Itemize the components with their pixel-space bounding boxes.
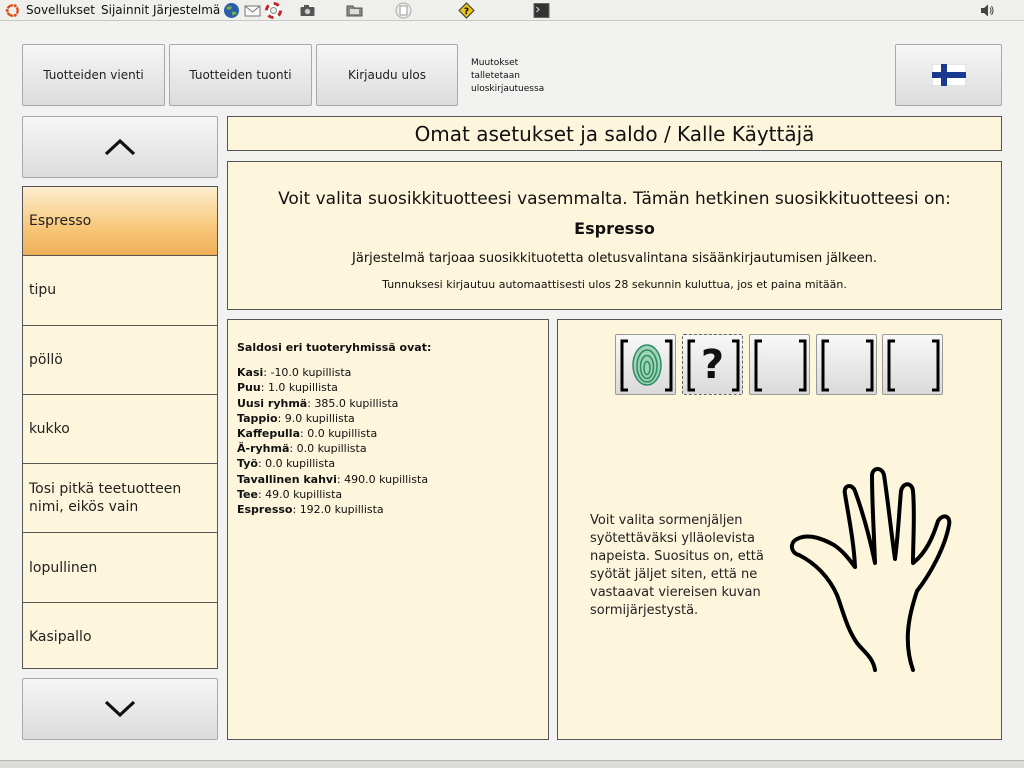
import-products-button[interactable]: Tuotteiden tuonti (169, 44, 312, 106)
balance-group: Kasi (237, 366, 264, 380)
balance-group: Tavallinen kahvi (237, 472, 337, 486)
balance-group: Tappio (237, 411, 278, 425)
fingerprint-icon (632, 344, 662, 386)
product-item-kasipallo[interactable]: Kasipallo (23, 603, 217, 668)
finland-flag-icon (931, 64, 966, 86)
ubuntu-logo-icon[interactable] (4, 2, 21, 19)
fingerprint-slot-5[interactable] (882, 334, 943, 395)
note-line: uloskirjautuessa (471, 84, 545, 94)
balance-group: Kaffepulla (237, 427, 300, 441)
fingerprint-instructions: Voit valita sormenjäljen syötettäväksi y… (590, 513, 764, 618)
export-products-button[interactable]: Tuotteiden vienti (22, 44, 165, 106)
balance-row: Espresso: 192.0 kupillista (237, 503, 384, 517)
menu-places[interactable]: Sijainnit (101, 3, 149, 18)
bottom-taskbar (0, 760, 1024, 768)
page-title: Omat asetukset ja saldo / Kalle Käyttäjä (227, 116, 1002, 151)
product-item-long-tea[interactable]: Tosi pitkä teetuotteen nimi, eikös vain (23, 464, 217, 534)
hand-outline-icon (790, 467, 952, 672)
bracket-frame-icon (821, 339, 874, 392)
terminal-icon[interactable] (533, 2, 550, 19)
balance-group: Espresso (237, 503, 293, 517)
balance-row: Kaffepulla: 0.0 kupillista (237, 427, 378, 441)
balance-heading: Saldosi eri tuoteryhmissä ovat: (237, 341, 432, 354)
balance-value: 0.0 kupillista (296, 442, 367, 456)
favorite-info-panel: Voit valita suosikkituotteesi vasemmalta… (227, 161, 1002, 310)
fingerprint-slot-2[interactable]: ? (682, 334, 743, 395)
bracket-frame-icon (687, 339, 740, 392)
balance-value: -10.0 kupillista (270, 366, 352, 380)
camera-icon[interactable] (299, 2, 316, 19)
menu-applications[interactable]: Sovellukset (26, 3, 95, 18)
note-line: talletetaan (471, 71, 520, 81)
autosave-note: Muutokset talletetaan uloskirjautuessa (471, 57, 571, 96)
balance-value: 49.0 kupillista (265, 487, 343, 501)
svg-text:?: ? (464, 7, 469, 17)
balance-value: 192.0 kupillista (299, 503, 384, 517)
product-list: Espresso tipu pöllö kukko Tosi pitkä tee… (22, 186, 218, 669)
current-favorite: Espresso (574, 219, 655, 238)
balance-row: Tavallinen kahvi: 490.0 kupillista (237, 472, 429, 486)
fingerprint-slot-3[interactable] (749, 334, 810, 395)
balance-value: 385.0 kupillista (314, 396, 399, 410)
auto-logout-note: Tunnuksesi kirjautuu automaattisesti ulo… (382, 278, 847, 291)
document-icon[interactable] (395, 2, 412, 19)
scroll-up-button[interactable] (22, 116, 218, 178)
product-item-kukko[interactable]: kukko (23, 395, 217, 465)
logout-button[interactable]: Kirjaudu ulos (316, 44, 458, 106)
balance-row: Kasi: -10.0 kupillista (237, 366, 352, 380)
system-top-panel: Sovellukset Sijainnit Järjestelmä ? (0, 0, 1024, 21)
balance-value: 0.0 kupillista (265, 457, 336, 471)
file-manager-icon[interactable] (346, 2, 363, 19)
favorite-default-note: Järjestelmä tarjoaa suosikkituotetta ole… (352, 251, 877, 266)
balance-row: Tee: 49.0 kupillista (237, 487, 343, 501)
product-item-tipu[interactable]: tipu (23, 256, 217, 326)
chevron-down-icon (104, 700, 136, 718)
balance-value: 0.0 kupillista (307, 427, 378, 441)
balance-value: 1.0 kupillista (267, 381, 338, 395)
browser-globe-icon[interactable] (223, 2, 240, 19)
bracket-frame-icon (887, 339, 940, 392)
balance-group: Tee (237, 487, 258, 501)
favorite-instructions: Voit valita suosikkituotteesi vasemmalta… (278, 189, 951, 209)
fingerprint-slot-4[interactable] (816, 334, 877, 395)
product-item-pollo[interactable]: pöllö (23, 326, 217, 395)
product-item-espresso[interactable]: Espresso (23, 187, 217, 257)
scroll-down-button[interactable] (22, 678, 218, 740)
balance-row: Työ: 0.0 kupillista (237, 457, 336, 471)
language-button[interactable] (895, 44, 1002, 106)
chevron-up-icon (104, 138, 136, 156)
product-item-lopullinen[interactable]: lopullinen (23, 533, 217, 603)
balance-row: Puu: 1.0 kupillista (237, 381, 338, 395)
balance-group: Puu (237, 381, 261, 395)
mail-icon[interactable] (244, 2, 261, 19)
help-lifebuoy-icon[interactable] (265, 2, 282, 19)
bracket-frame-icon (754, 339, 807, 392)
warning-help-icon[interactable]: ? (458, 2, 475, 19)
balance-group: Ä-ryhmä (237, 442, 290, 456)
balance-row: Ä-ryhmä: 0.0 kupillista (237, 442, 367, 456)
balance-panel: Saldosi eri tuoteryhmissä ovat: Kasi: -1… (227, 319, 549, 740)
balance-row: Tappio: 9.0 kupillista (237, 411, 355, 425)
balance-row: Uusi ryhmä: 385.0 kupillista (237, 396, 399, 410)
balance-group: Työ (237, 457, 258, 471)
note-line: Muutokset (471, 58, 519, 68)
volume-icon[interactable] (979, 2, 996, 19)
balance-group: Uusi ryhmä (237, 396, 308, 410)
menu-system[interactable]: Järjestelmä (153, 3, 220, 18)
balance-value: 490.0 kupillista (344, 472, 429, 486)
fingerprint-slot-1[interactable] (615, 334, 676, 395)
balance-value: 9.0 kupillista (284, 411, 355, 425)
